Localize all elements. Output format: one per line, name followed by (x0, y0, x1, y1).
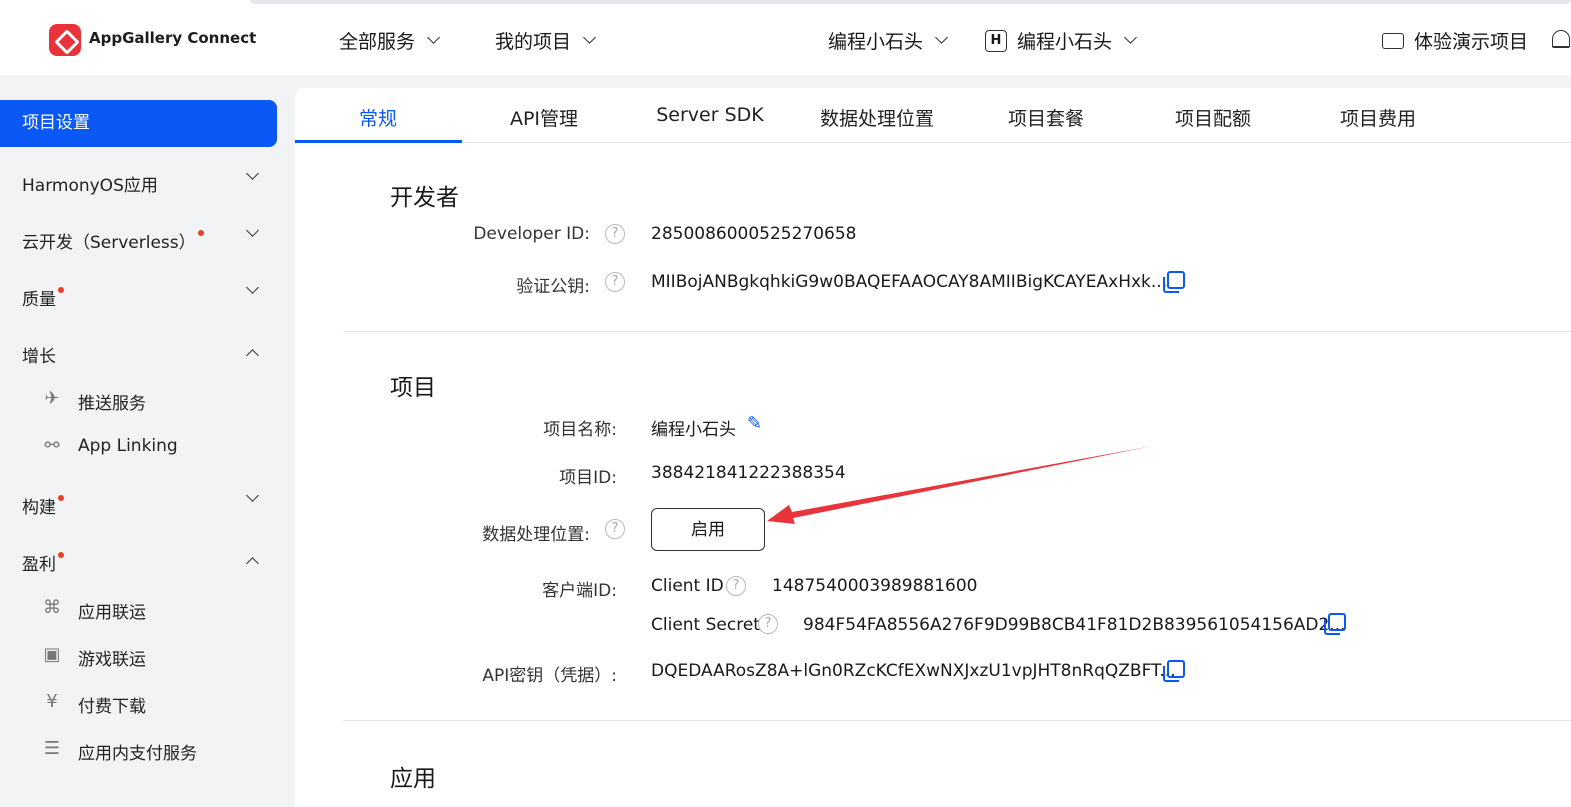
team-name: 编程小石头 (828, 31, 924, 53)
nav-my-projects-label: 我的项目 (495, 31, 572, 53)
paid-download-icon: ¥ (46, 691, 58, 712)
tab-project-cost[interactable]: 项目费用 (1295, 104, 1461, 131)
tab-data-location[interactable]: 数据处理位置 (794, 104, 960, 131)
api-key-value: DQEDAARosZ8A+lGn0RZcKCfEXwNXJxzU1vpJHT8n… (651, 661, 1176, 681)
sidebar-item-quality[interactable]: 质量 (22, 285, 64, 310)
sidebar-item-label: 增长 (22, 347, 56, 367)
bell-icon[interactable] (1552, 30, 1570, 48)
sidebar-item-growth[interactable]: 增长 (22, 342, 56, 367)
sidebar-item-serverless[interactable]: 云开发（Serverless） (22, 228, 204, 253)
apps-section-title: 应用 (390, 766, 436, 792)
brand-name[interactable]: AppGallery Connect (89, 29, 256, 47)
project-name-label: 项目名称: (543, 420, 617, 440)
team-selector[interactable]: 编程小石头 (828, 27, 948, 54)
section-divider (343, 331, 1571, 332)
nav-my-projects[interactable]: 我的项目 (495, 27, 596, 54)
client-id-value: 1487540003989881600 (772, 576, 978, 596)
chevron-down-icon[interactable] (246, 281, 259, 294)
help-icon[interactable]: ? (605, 519, 625, 539)
nav-all-services[interactable]: 全部服务 (339, 27, 440, 54)
copy-icon[interactable] (1324, 613, 1346, 635)
demo-project-button[interactable]: 体验演示项目 (1382, 27, 1528, 54)
developer-id-label: Developer ID: (473, 224, 590, 244)
sidebar-item-app-linking[interactable]: App Linking (78, 436, 178, 456)
sidebar-item-paid-download[interactable]: 付费下载 (78, 692, 146, 717)
sidebar-item-harmonyos[interactable]: HarmonyOS应用 (22, 171, 158, 196)
top-bar: AppGallery Connect 全部服务 我的项目 编程小石头 H 编程小… (0, 0, 1571, 75)
tab-project-plan[interactable]: 项目套餐 (963, 104, 1129, 131)
chevron-down-icon[interactable] (246, 167, 259, 180)
help-icon[interactable]: ? (726, 576, 746, 596)
sidebar-item-game-union[interactable]: 游戏联运 (78, 645, 146, 670)
developer-id-value: 2850086000525270658 (651, 224, 857, 244)
copy-icon[interactable] (1163, 271, 1185, 293)
main-panel: 常规 API管理 Server SDK 数据处理位置 项目套餐 项目配额 项目费… (295, 88, 1571, 807)
notification-dot (58, 552, 64, 558)
sidebar-item-label: 云开发（Serverless） (22, 233, 196, 253)
chevron-down-icon[interactable] (246, 224, 259, 237)
account-selector[interactable]: H 编程小石头 (985, 27, 1137, 54)
sidebar-item-push[interactable]: 推送服务 (78, 389, 146, 414)
api-key-label: API密钥（凭据）: (482, 666, 617, 686)
sidebar-item-label: 盈利 (22, 555, 56, 575)
sidebar: 项目设置 HarmonyOS应用 云开发（Serverless） 质量 增长 ✈… (0, 75, 295, 807)
project-name-value: 编程小石头 (651, 420, 736, 440)
client-id-section-label: 客户端ID: (542, 581, 617, 601)
chevron-down-icon (427, 31, 440, 44)
sidebar-item-label: 构建 (22, 498, 56, 518)
client-id-label: Client ID (651, 576, 724, 596)
app-union-icon: ⌘ (43, 597, 61, 618)
help-icon[interactable]: ? (605, 224, 625, 244)
chevron-down-icon (583, 31, 596, 44)
public-key-value: MIIBojANBgkqhkiG9w0BAQEFAAOCAY8AMIIBigKC… (651, 272, 1168, 292)
developer-section-title: 开发者 (390, 185, 459, 211)
sidebar-item-iap[interactable]: 应用内支付服务 (78, 739, 197, 764)
sidebar-item-label: 质量 (22, 290, 56, 310)
tab-project-quota[interactable]: 项目配额 (1130, 104, 1296, 131)
notification-dot (58, 495, 64, 501)
demo-icon (1382, 32, 1404, 49)
chevron-down-icon (1124, 31, 1137, 44)
browser-strip (250, 0, 1571, 4)
appgallery-logo-icon[interactable] (49, 24, 81, 56)
chevron-down-icon (935, 31, 948, 44)
enable-button[interactable]: 启用 (651, 508, 765, 551)
tab-general[interactable]: 常规 (295, 104, 461, 131)
active-tab-indicator (295, 140, 462, 143)
client-secret-value: 984F54FA8556A276F9D99B8CB41F81D2B8395610… (803, 615, 1346, 635)
project-id-value: 388421841222388354 (651, 463, 846, 483)
account-name: 编程小石头 (1017, 31, 1113, 53)
sidebar-item-label: HarmonyOS应用 (22, 176, 158, 196)
sidebar-item-build[interactable]: 构建 (22, 493, 64, 518)
in-app-payment-icon: ☰ (43, 738, 61, 759)
tab-api-management[interactable]: API管理 (461, 104, 627, 131)
project-section-title: 项目 (390, 375, 436, 401)
tab-server-sdk[interactable]: Server SDK (627, 104, 793, 126)
sidebar-item-project-settings[interactable]: 项目设置 (0, 100, 277, 147)
chevron-up-icon[interactable] (246, 349, 259, 362)
client-secret-label: Client Secret (651, 615, 760, 635)
chevron-down-icon[interactable] (246, 489, 259, 502)
data-location-label: 数据处理位置: (482, 525, 590, 545)
public-key-label: 验证公钥: (516, 277, 590, 297)
sidebar-item-app-union[interactable]: 应用联运 (78, 598, 146, 623)
nav-all-services-label: 全部服务 (339, 31, 416, 53)
demo-project-label: 体验演示项目 (1414, 31, 1529, 53)
help-icon[interactable]: ? (605, 272, 625, 292)
link-icon: ⚯ (44, 435, 60, 456)
chevron-up-icon[interactable] (246, 557, 259, 570)
game-union-icon: ▣ (43, 644, 61, 665)
copy-icon[interactable] (1163, 660, 1185, 682)
rocket-icon: ✈ (44, 388, 60, 409)
help-icon[interactable]: ? (758, 614, 778, 634)
account-badge-icon: H (985, 29, 1007, 52)
section-divider (343, 720, 1571, 721)
sidebar-item-monetize[interactable]: 盈利 (22, 550, 64, 575)
tab-bar: 常规 API管理 Server SDK 数据处理位置 项目套餐 项目配额 项目费… (295, 88, 1571, 143)
notification-dot (197, 230, 204, 236)
notification-dot (58, 287, 64, 293)
edit-icon[interactable]: ✎ (747, 415, 765, 433)
project-id-label: 项目ID: (559, 468, 617, 488)
